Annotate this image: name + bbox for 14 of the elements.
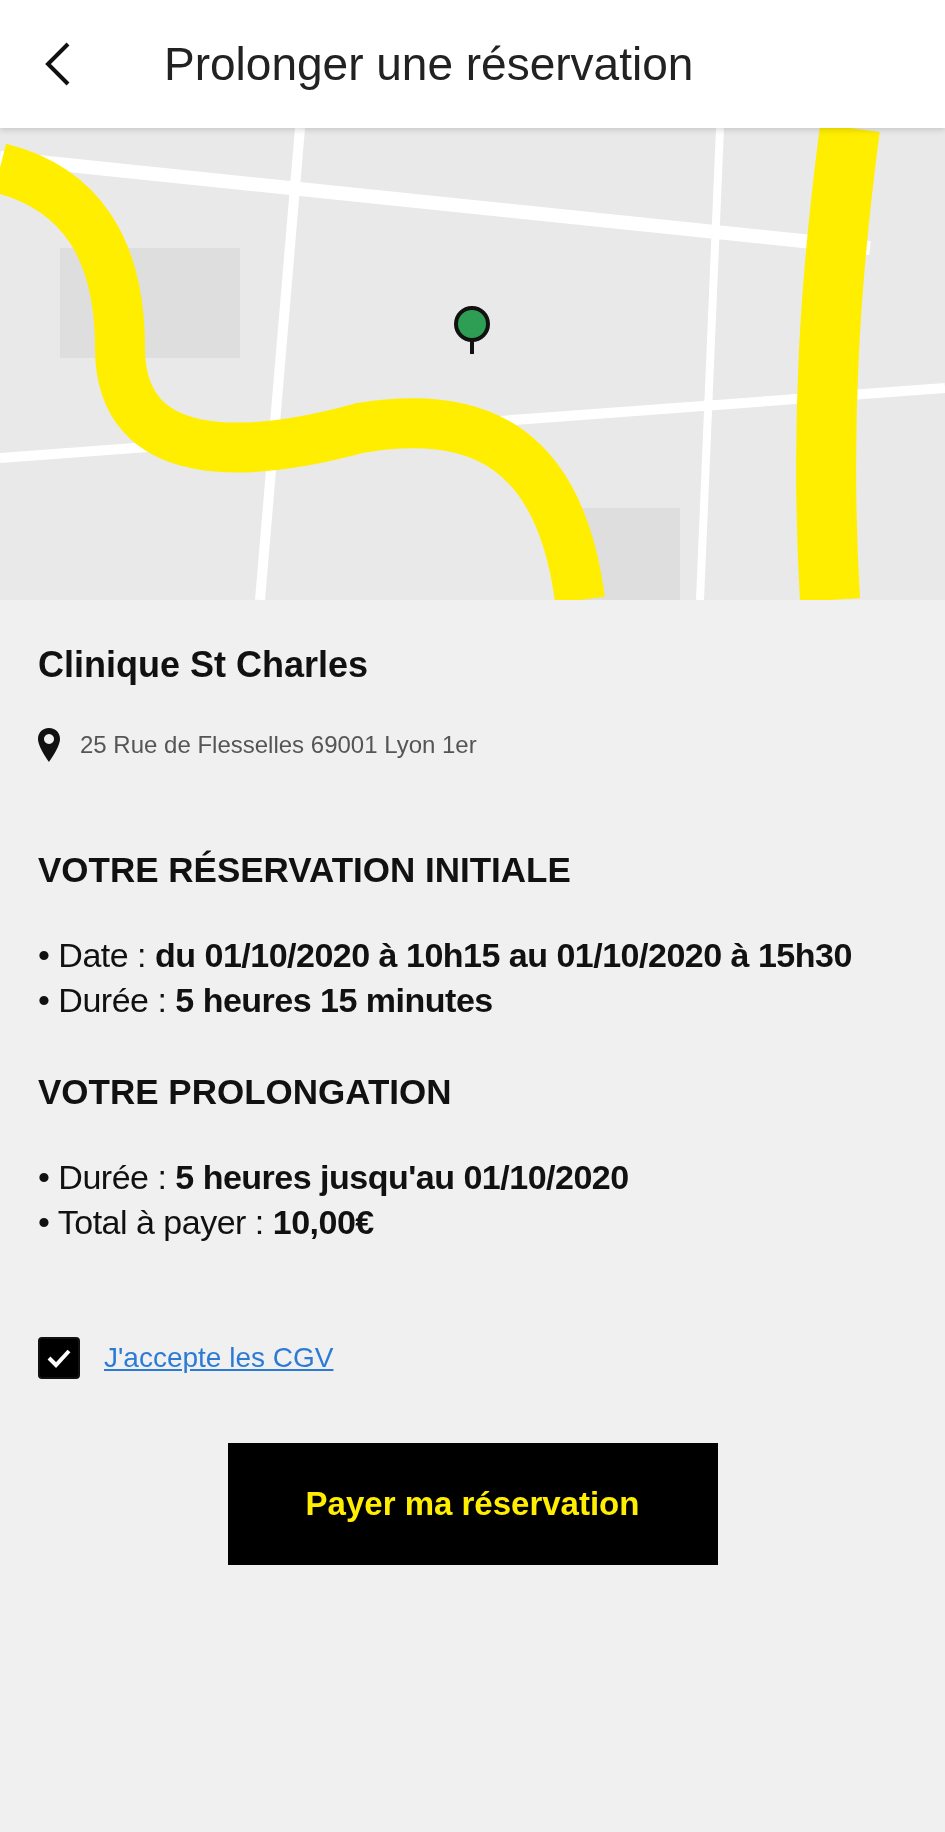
place-name: Clinique St Charles: [38, 644, 370, 686]
map-pin-icon: [452, 306, 492, 356]
section-heading: VOTRE PROLONGATION: [38, 1072, 453, 1112]
checkbox[interactable]: [38, 1337, 80, 1379]
screen-title: Prolonger une réservation: [164, 37, 694, 91]
detail-line: • Date : du 01/10/2020 à 10h15 au 01/10/2020 à 15h30: [38, 936, 853, 975]
section-heading: VOTRE RÉSERVATION INITIALE: [38, 850, 572, 890]
terms-link[interactable]: J'accepte les CGV: [104, 1342, 334, 1374]
address: 25 Rue de Flesselles 69001 Lyon 1er: [80, 731, 477, 759]
location-pin-icon: [38, 728, 60, 762]
detail-line: • Durée : 5 heures 15 minutes: [38, 981, 494, 1020]
detail-line: • Durée : 5 heures jusqu'au 01/10/2020: [38, 1158, 630, 1197]
detail-line: • Total à payer : 10,00€: [38, 1203, 375, 1242]
pay-button[interactable]: Payer ma réservation: [227, 1443, 718, 1565]
